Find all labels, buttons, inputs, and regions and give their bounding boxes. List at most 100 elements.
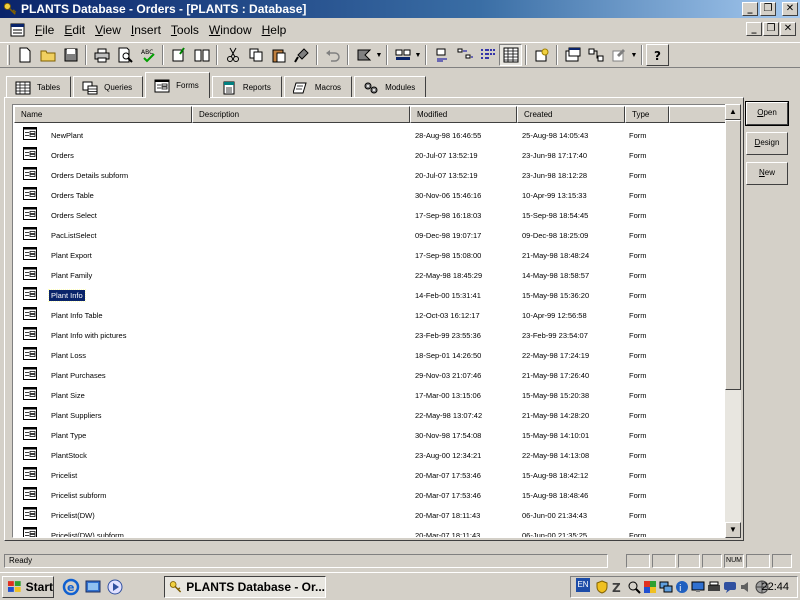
row-name[interactable]: Orders [49,150,76,161]
media-player-icon[interactable] [106,578,124,596]
row-name[interactable]: Plant Info [48,288,86,302]
table-row[interactable]: Plant Suppliers 22-May-98 13:07:42 21-May-… [14,405,726,425]
color-blocks-icon[interactable] [643,580,657,594]
table-row[interactable]: Pricelist(DW) subform 20-Mar-07 18:11:43 0… [14,525,726,538]
minimize-button[interactable]: _ [742,2,758,16]
menu-file[interactable]: File [30,23,59,37]
show-desktop-icon[interactable] [84,578,102,596]
internet-explorer-icon[interactable]: e [62,578,80,596]
row-name[interactable]: Plant Info with pictures [49,330,128,341]
menu-help[interactable]: Help [257,23,292,37]
taskbar-item-plants-database[interactable]: PLANTS Database - Or... [164,576,326,598]
table-row[interactable]: Pricelist(DW) 20-Mar-07 18:11:43 06-Jun-00… [14,505,726,525]
row-name[interactable]: PlantStock [49,450,89,461]
table-row[interactable]: Orders Table 30-Nov-06 15:46:16 10-Apr-99 … [14,185,726,205]
toolbar-grip[interactable] [7,45,10,65]
scroll-thumb[interactable] [725,120,741,390]
menu-window[interactable]: Window [204,23,257,37]
print-button[interactable] [90,44,113,66]
zone-alarm-icon[interactable]: Z [611,580,625,594]
table-row[interactable]: Plant Loss 18-Sep-01 14:26:50 22-May-98 17… [14,345,726,365]
row-name[interactable]: Orders Select [49,210,99,221]
table-row[interactable]: Plant Info Table 12-Oct-03 16:12:17 10-Apr… [14,305,726,325]
office-links-chevron-down-icon[interactable]: ▼ [375,52,383,59]
network-icon[interactable] [659,580,673,594]
view-chevron-down-icon[interactable]: ▼ [414,52,422,59]
table-row[interactable]: Orders Details subform 20-Jul-07 13:52:19… [14,165,726,185]
tab-tables[interactable]: Tables [6,76,72,98]
table-row[interactable]: Plant Size 17-Mar-00 13:15:06 15-May-98 15… [14,385,726,405]
doc-restore-button[interactable]: ❐ [763,22,779,36]
column-header-created[interactable]: Created [517,106,625,123]
spelling-button[interactable]: ABC [136,44,159,66]
office-links-button[interactable] [190,44,213,66]
row-name[interactable]: Pricelist subform [49,490,108,501]
volume-icon[interactable] [739,580,753,594]
column-header-type[interactable]: Type [625,106,669,123]
search-tray-icon[interactable] [627,580,641,594]
row-name[interactable]: Plant Export [49,250,94,261]
help-button[interactable]: ? [646,44,669,66]
open-object-button[interactable]: Open [745,101,789,126]
new-object-button[interactable] [607,44,630,66]
design-object-button[interactable]: Design [746,132,788,155]
table-row[interactable]: Orders 20-Jul-07 13:52:19 23-Jun-98 17:17:… [14,145,726,165]
new-object-chevron-down-icon[interactable]: ▼ [630,52,638,59]
row-name[interactable]: Pricelist(DW) subform [49,530,126,538]
table-row[interactable]: Orders Select 17-Sep-98 16:18:03 15-Sep-98… [14,205,726,225]
row-name[interactable]: NewPlant [49,130,85,141]
new-button[interactable] [13,44,36,66]
table-row[interactable]: Plant Type 30-Nov-98 17:54:08 15-May-98 14… [14,425,726,445]
view-dropdown-button[interactable] [391,44,414,66]
row-name[interactable]: Plant Purchases [49,370,108,381]
menu-insert[interactable]: Insert [126,23,166,37]
print-preview-button[interactable] [113,44,136,66]
small-icons-button[interactable] [453,44,476,66]
row-name[interactable]: Orders Table [49,190,96,201]
row-name[interactable]: Orders Details subform [49,170,130,181]
tab-macros[interactable]: Macros [283,76,353,98]
cut-button[interactable] [221,44,244,66]
doc-minimize-button[interactable]: _ [746,22,762,36]
doc-close-button[interactable]: ✕ [780,22,796,36]
table-row[interactable]: Plant Info 14-Feb-00 15:31:41 15-May-98 15… [14,285,726,305]
row-name[interactable]: Plant Type [49,430,88,441]
new-object-side-button[interactable]: New [746,162,788,185]
object-list[interactable]: Name Description Modified Created Type N… [12,104,740,538]
database-window-icon[interactable] [10,22,26,38]
table-row[interactable]: NewPlant 28-Aug-98 16:46:55 25-Aug-98 14:0… [14,125,726,145]
open-button[interactable] [36,44,59,66]
monitor-icon[interactable] [691,580,705,594]
row-name[interactable]: Plant Family [49,270,94,281]
large-icons-button[interactable] [430,44,453,66]
chat-icon[interactable] [723,580,737,594]
save-button[interactable] [59,44,82,66]
row-name[interactable]: Plant Suppliers [49,410,103,421]
code-button[interactable] [530,44,553,66]
office-links-dropdown[interactable] [352,44,375,66]
scroll-down-button[interactable]: ▼ [725,522,741,538]
row-name[interactable]: Pricelist(DW) [49,510,97,521]
column-header-description[interactable]: Description [192,106,410,123]
column-header-name[interactable]: Name [14,106,192,123]
table-row[interactable]: Plant Export 17-Sep-98 15:08:00 21-May-98 … [14,245,726,265]
language-indicator[interactable]: EN [576,578,590,592]
table-row[interactable]: Pricelist subform 20-Mar-07 17:53:46 15-Au… [14,485,726,505]
column-header-empty[interactable] [669,106,726,123]
menu-view[interactable]: View [90,23,126,37]
start-button[interactable]: Start [2,576,54,598]
tab-modules[interactable]: Modules [354,76,427,98]
table-row[interactable]: Plant Info with pictures 23-Feb-99 23:55:… [14,325,726,345]
copy-button[interactable] [244,44,267,66]
table-row[interactable]: PacListSelect 09-Dec-98 19:07:17 09-Dec-98… [14,225,726,245]
tab-queries[interactable]: Queries [73,76,144,98]
properties-button[interactable] [561,44,584,66]
analyze-button[interactable] [167,44,190,66]
row-name[interactable]: Plant Size [49,390,87,401]
row-name[interactable]: Pricelist [49,470,79,481]
row-name[interactable]: PacListSelect [49,230,98,241]
row-name[interactable]: Plant Info Table [49,310,105,321]
update-icon[interactable]: i [675,580,689,594]
menu-tools[interactable]: Tools [166,23,204,37]
row-name[interactable]: Plant Loss [49,350,88,361]
